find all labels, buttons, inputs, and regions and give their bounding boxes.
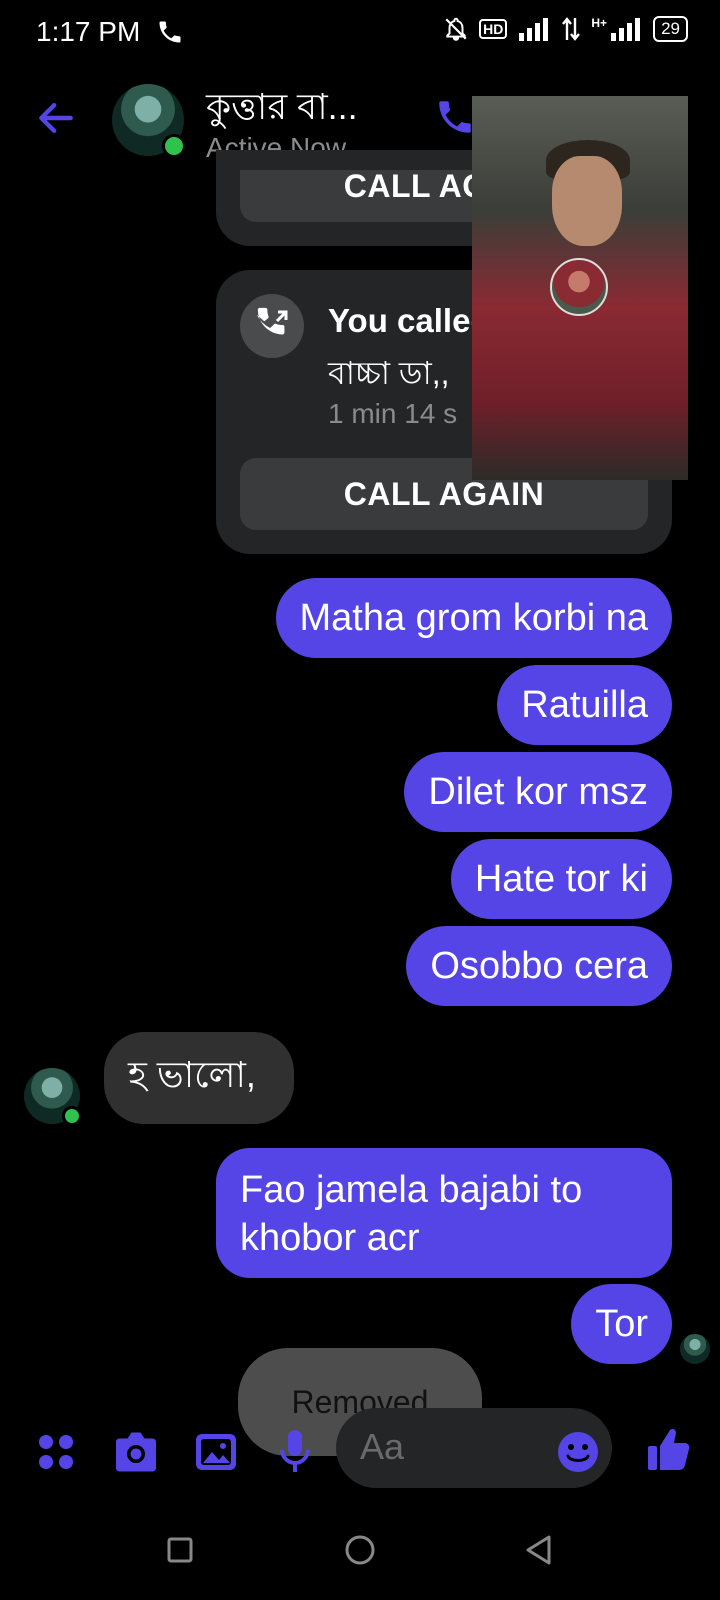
emoji-icon[interactable] xyxy=(556,1430,600,1474)
nav-home-icon[interactable] xyxy=(344,1534,376,1566)
camera-icon[interactable] xyxy=(112,1430,160,1474)
call-again-label: CALL AGAIN xyxy=(343,475,545,512)
network-type: H+ xyxy=(591,16,608,30)
apps-icon[interactable] xyxy=(36,1432,76,1472)
nav-recent-icon[interactable] xyxy=(166,1536,194,1564)
mic-icon[interactable] xyxy=(278,1428,312,1476)
battery-indicator: 29 xyxy=(653,16,688,42)
signal-icon-2 xyxy=(611,18,641,41)
hd-badge: HD xyxy=(479,19,508,39)
thumbs-up-icon[interactable] xyxy=(646,1426,690,1472)
system-nav-bar xyxy=(0,1510,720,1600)
message-sent[interactable]: Dilet kor msz xyxy=(404,752,672,832)
message-received[interactable]: হ ভালো, xyxy=(104,1032,294,1124)
message-sent-multiline[interactable]: Fao jamela bajabi to khobor acr xyxy=(216,1148,672,1278)
contact-name[interactable]: কুত্তার বা... xyxy=(206,80,358,140)
call-contact: বাচ্চা ডা,, xyxy=(328,355,450,391)
status-time: 1:17 PM xyxy=(36,16,141,47)
status-icons: HD H+ 29 xyxy=(443,16,688,42)
message-sent[interactable]: Ratuilla xyxy=(497,665,672,745)
data-arrows-icon xyxy=(562,17,581,41)
message-line: Fao jamela bajabi to xyxy=(240,1169,583,1211)
voice-call-icon[interactable] xyxy=(434,96,476,138)
pip-self-avatar xyxy=(550,258,608,316)
dnd-icon xyxy=(445,17,467,41)
call-outgoing-icon xyxy=(240,294,304,358)
read-receipt-avatar xyxy=(680,1334,710,1364)
message-sent[interactable]: Hate tor ki xyxy=(450,839,672,919)
online-indicator xyxy=(162,134,186,158)
phone-icon xyxy=(159,21,181,43)
message-sent[interactable]: Tor xyxy=(571,1284,672,1364)
status-bar: 1:17 PM HD H+ 29 xyxy=(0,0,720,66)
call-duration: 1 min 14 s xyxy=(328,398,458,429)
nav-back-icon[interactable] xyxy=(524,1534,554,1566)
back-arrow-icon[interactable] xyxy=(34,96,78,140)
video-pip[interactable] xyxy=(472,96,688,480)
message-sent[interactable]: Matha grom korbi na xyxy=(275,578,672,658)
call-title: You called xyxy=(328,302,491,339)
pip-person-face xyxy=(552,156,622,246)
signal-icon xyxy=(519,18,549,41)
message-sent[interactable]: Osobbo cera xyxy=(406,926,672,1006)
message-line: khobor acr xyxy=(240,1217,420,1259)
message-input-placeholder: Aa xyxy=(360,1426,405,1467)
gallery-icon[interactable] xyxy=(194,1432,238,1472)
online-indicator xyxy=(62,1106,82,1126)
